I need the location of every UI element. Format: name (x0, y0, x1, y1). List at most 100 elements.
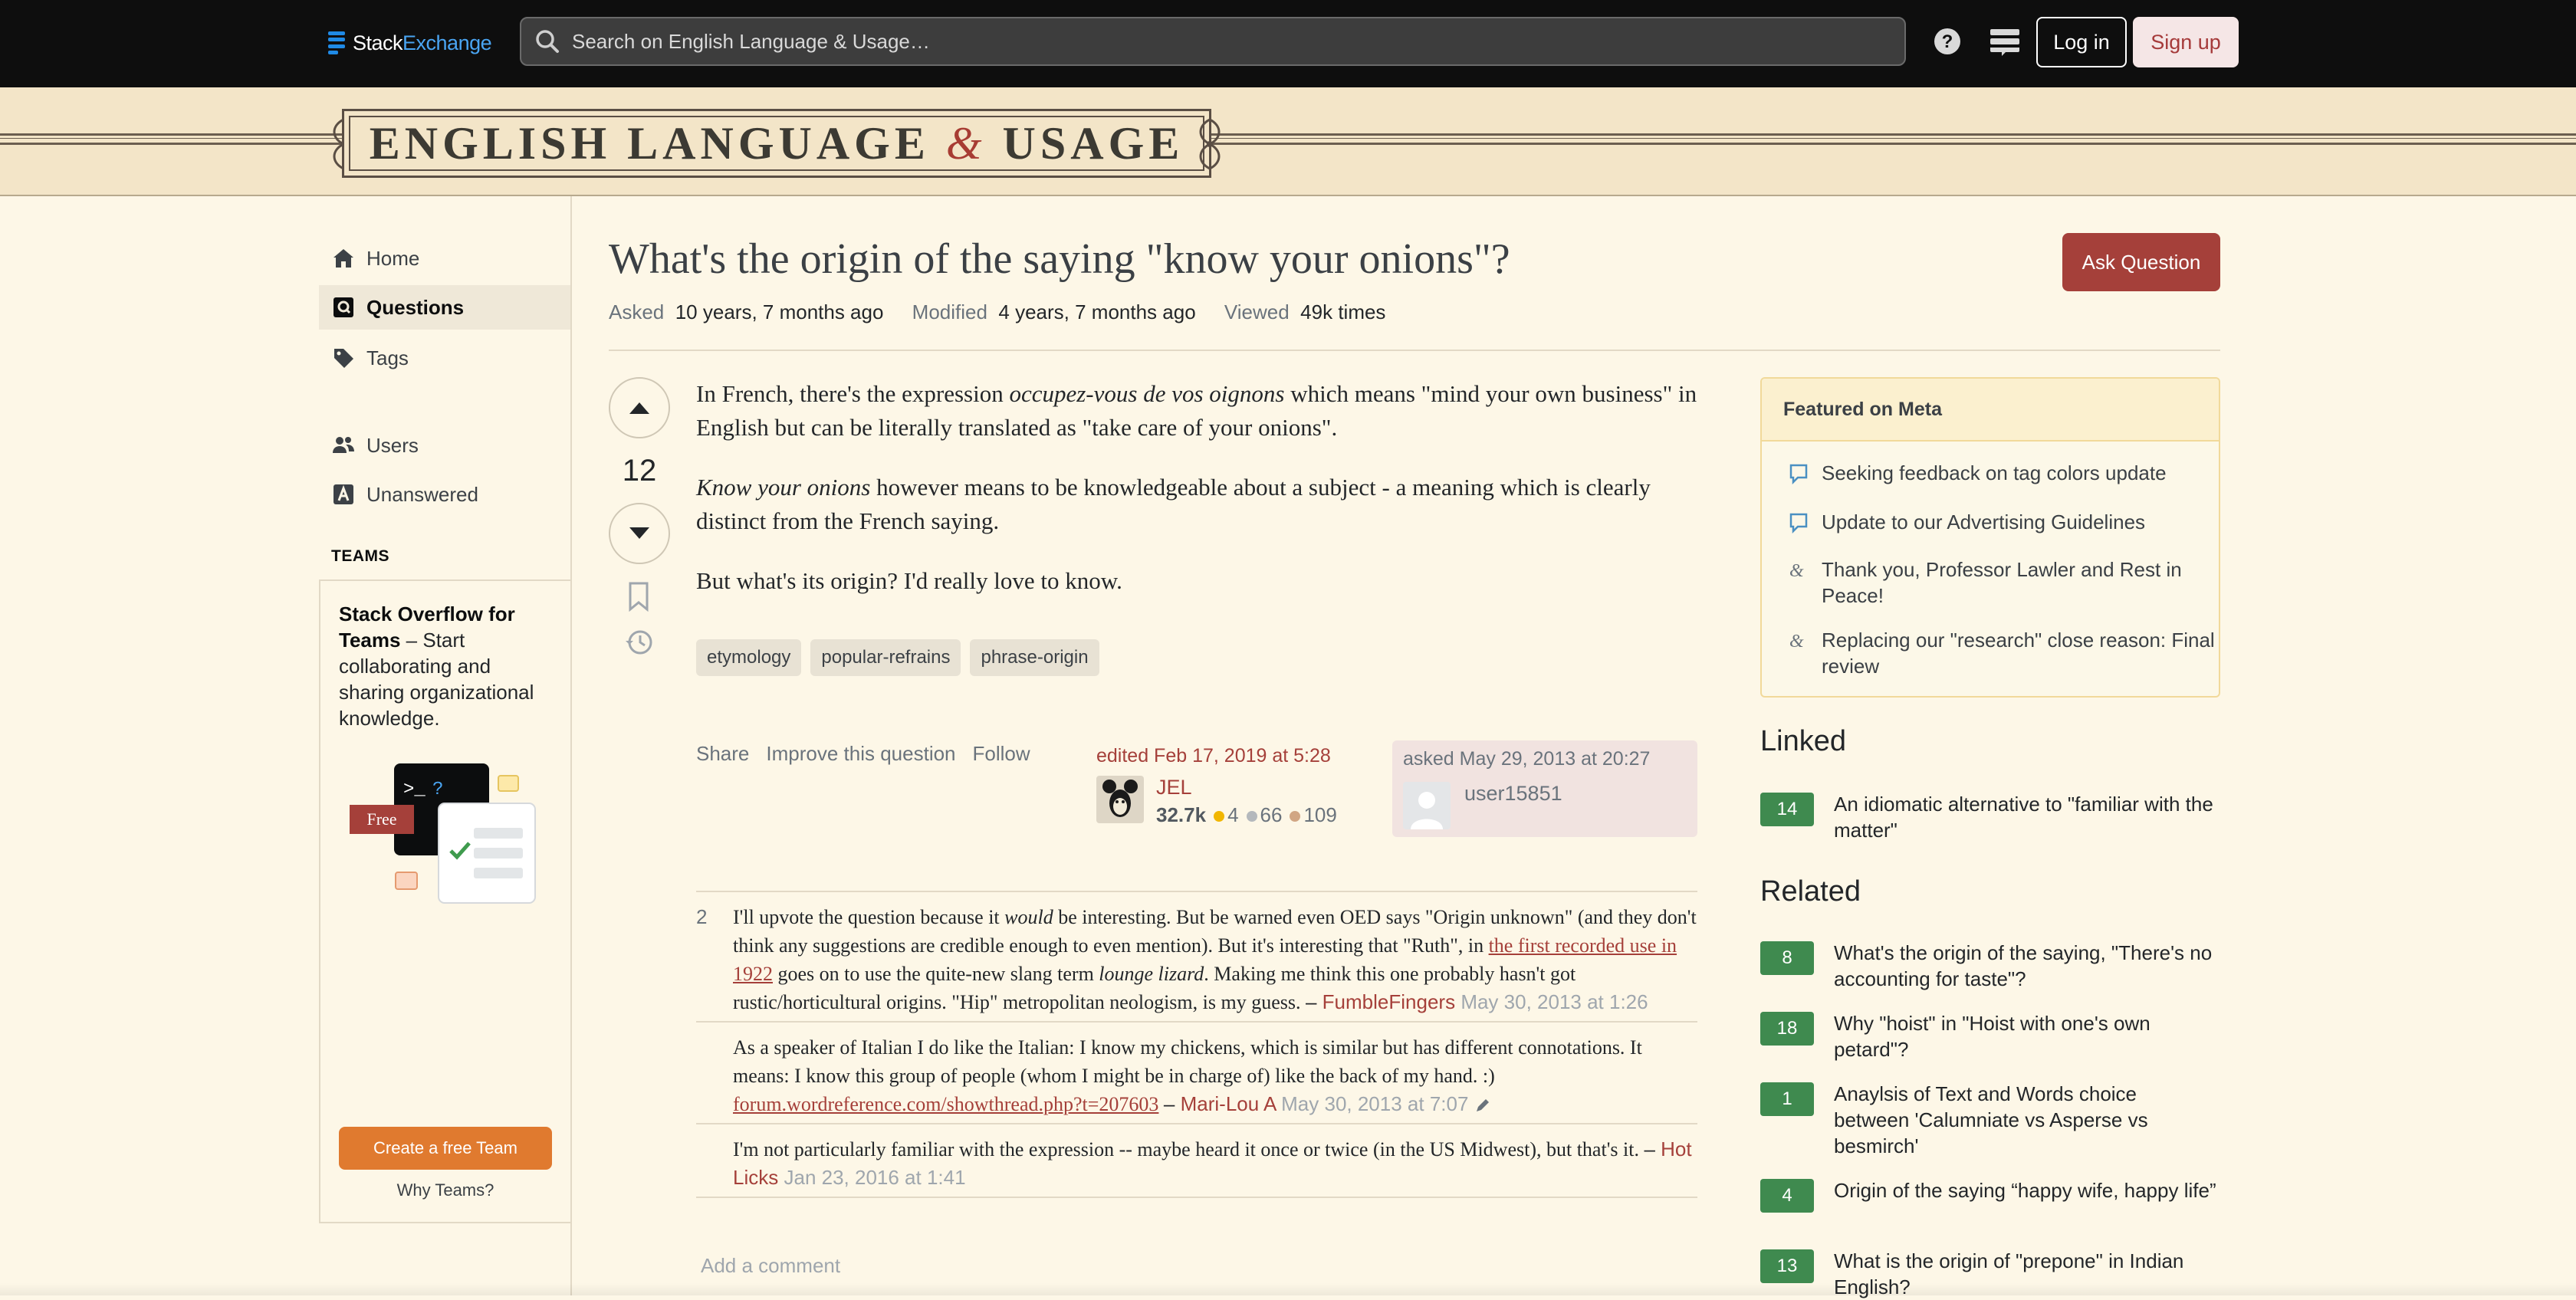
nav-item-unanswered[interactable]: Unanswered (319, 472, 570, 517)
modified-time[interactable]: 4 years, 7 months ago (998, 300, 1195, 323)
comment: As a speaker of Italian I do like the It… (696, 1021, 1697, 1123)
score-badge: 13 (1760, 1249, 1814, 1283)
tag-popular-refrains[interactable]: popular-refrains (810, 639, 961, 676)
view-count: 49k times (1300, 300, 1386, 323)
linked-question-link[interactable]: An idiomatic alternative to "familiar wi… (1834, 791, 2217, 843)
comment-date[interactable]: Jan 23, 2016 at 1:41 (784, 1166, 965, 1189)
follow-link[interactable]: Follow (973, 742, 1030, 766)
asker-name[interactable]: user15851 (1464, 782, 1562, 806)
nav-label-home: Home (366, 246, 420, 270)
site-switcher-icon[interactable] (1989, 28, 2021, 57)
help-icon[interactable]: ? (1934, 28, 1961, 55)
featured-on-meta: Featured on Meta Seeking feedback on tag… (1760, 377, 2220, 698)
bookmark-icon[interactable] (627, 581, 650, 612)
tag-phrase-origin[interactable]: phrase-origin (970, 639, 1099, 676)
comment-list: 2 I'll upvote the question because it wo… (696, 891, 1697, 1198)
score-badge: 1 (1760, 1082, 1814, 1116)
meta-site-icon: & (1789, 561, 1804, 581)
question-meta: Asked 10 years, 7 months ago Modified 4 … (609, 300, 1386, 323)
asker-avatar[interactable] (1403, 782, 1451, 829)
tag-etymology[interactable]: etymology (696, 639, 802, 676)
signup-button[interactable]: Sign up (2133, 17, 2239, 67)
top-bar: StackExchange Search on English Language… (0, 0, 2576, 87)
asked-timestamp: asked May 29, 2013 at 20:27 (1403, 748, 1651, 770)
comment: 2 I'll upvote the question because it wo… (696, 891, 1697, 1021)
editor-avatar[interactable] (1096, 776, 1144, 823)
score-badge: 18 (1760, 1012, 1814, 1046)
site-banner: ENGLISH LANGUAGE & USAGE (0, 87, 2576, 196)
nav-item-questions[interactable]: Questions (319, 285, 570, 330)
nav-label-questions: Questions (366, 295, 465, 319)
questions-icon (334, 297, 353, 317)
search-icon (536, 30, 559, 53)
score-badge: 4 (1760, 1179, 1814, 1213)
related-question-link[interactable]: What's the origin of the saying, "There'… (1834, 940, 2217, 992)
meta-item[interactable]: & Replacing our "research" close reason:… (1788, 627, 2219, 679)
ask-question-button[interactable]: Ask Question (2062, 233, 2220, 291)
comment-score: 2 (696, 905, 708, 928)
question-paragraph: But what's its origin? I'd really love t… (696, 567, 1122, 594)
stackexchange-logo-icon (328, 31, 345, 54)
svg-text:?: ? (432, 780, 443, 800)
meta-site-icon: & (1789, 632, 1804, 652)
asker-card: asked May 29, 2013 at 20:27 user15851 (1392, 740, 1697, 837)
downvote-button[interactable] (609, 503, 670, 564)
site-title-plaque[interactable]: ENGLISH LANGUAGE & USAGE (342, 109, 1211, 178)
meta-item[interactable]: Update to our Advertising Guidelines (1788, 509, 2219, 535)
why-teams-link[interactable]: Why Teams? (339, 1180, 552, 1200)
question-paragraph: Know your onions however means to be kno… (696, 474, 1651, 534)
header-divider (609, 350, 2220, 351)
comment-date[interactable]: May 30, 2013 at 1:26 (1460, 990, 1648, 1013)
upvote-button[interactable] (609, 377, 670, 438)
related-question-link[interactable]: Origin of the saying “happy wife, happy … (1834, 1177, 2217, 1203)
pencil-icon[interactable] (1474, 1097, 1491, 1114)
nav-label-tags: Tags (366, 346, 409, 369)
stackexchange-logo[interactable]: StackExchange (328, 28, 492, 58)
comment: I'm not particularly familiar with the e… (696, 1123, 1697, 1198)
asked-time: 10 years, 7 months ago (675, 300, 884, 323)
question-paragraph: In French, there's the expression occupe… (696, 380, 1697, 441)
related-question-link[interactable]: Anaylsis of Text and Words choice betwee… (1834, 1081, 2217, 1159)
nav-item-tags[interactable]: Tags (319, 336, 570, 380)
home-icon (334, 249, 353, 268)
window-bottom-edge (0, 1283, 2576, 1295)
improve-question-link[interactable]: Improve this question (766, 742, 955, 766)
post-actions: Share Improve this question Follow (696, 742, 1030, 766)
search-placeholder: Search on English Language & Usage… (572, 29, 930, 53)
question-title[interactable]: What's the origin of the saying "know yo… (609, 235, 1510, 284)
edited-time[interactable]: edited Feb 17, 2019 at 5:28 (1096, 745, 1388, 767)
logo-text: StackExchange (353, 31, 492, 54)
add-comment-link[interactable]: Add a comment (701, 1254, 840, 1278)
editor-name[interactable]: JEL (1156, 776, 1192, 799)
question-body: In French, there's the expression occupe… (696, 377, 1708, 624)
featured-on-meta-heading: Featured on Meta (1762, 379, 2219, 442)
history-icon[interactable] (624, 627, 655, 658)
svg-text:&: & (1789, 561, 1804, 581)
users-icon (333, 437, 354, 453)
left-sidebar: Home Questions Tags Users Unanswered TEA… (0, 196, 572, 1295)
vote-count: 12 (622, 454, 657, 488)
comment-author[interactable]: Mari-Lou A (1181, 1092, 1276, 1115)
svg-text:>_: >_ (403, 780, 426, 800)
comment-author[interactable]: FumbleFingers (1322, 990, 1455, 1013)
related-question-link[interactable]: Why "hoist" in "Hoist with one's own pet… (1834, 1010, 2217, 1062)
teams-promo: Stack Overflow for Teams – Start collabo… (319, 579, 570, 1223)
nav-item-users[interactable]: Users (319, 423, 570, 468)
meta-item[interactable]: & Thank you, Professor Lawler and Rest i… (1788, 556, 2219, 609)
arrow-down-icon (629, 527, 649, 539)
teams-illustration: >_ ? (394, 763, 536, 904)
blog-icon (1789, 513, 1808, 533)
sidebar-divider (570, 196, 572, 1295)
nav-item-home[interactable]: Home (319, 236, 570, 281)
share-link[interactable]: Share (696, 742, 749, 766)
meta-item[interactable]: Seeking feedback on tag colors update (1788, 460, 2219, 486)
linked-heading: Linked (1760, 725, 1846, 757)
score-badge: 8 (1760, 941, 1814, 975)
svg-text:&: & (1789, 632, 1804, 652)
comment-date[interactable]: May 30, 2013 at 7:07 (1281, 1092, 1468, 1115)
score-badge: 14 (1760, 793, 1814, 826)
comment-link[interactable]: forum.wordreference.com/showthread.php?t… (733, 1093, 1158, 1115)
search-input[interactable]: Search on English Language & Usage… (520, 17, 1906, 66)
login-button[interactable]: Log in (2036, 17, 2127, 67)
create-team-button[interactable]: Create a free Team (339, 1127, 552, 1170)
